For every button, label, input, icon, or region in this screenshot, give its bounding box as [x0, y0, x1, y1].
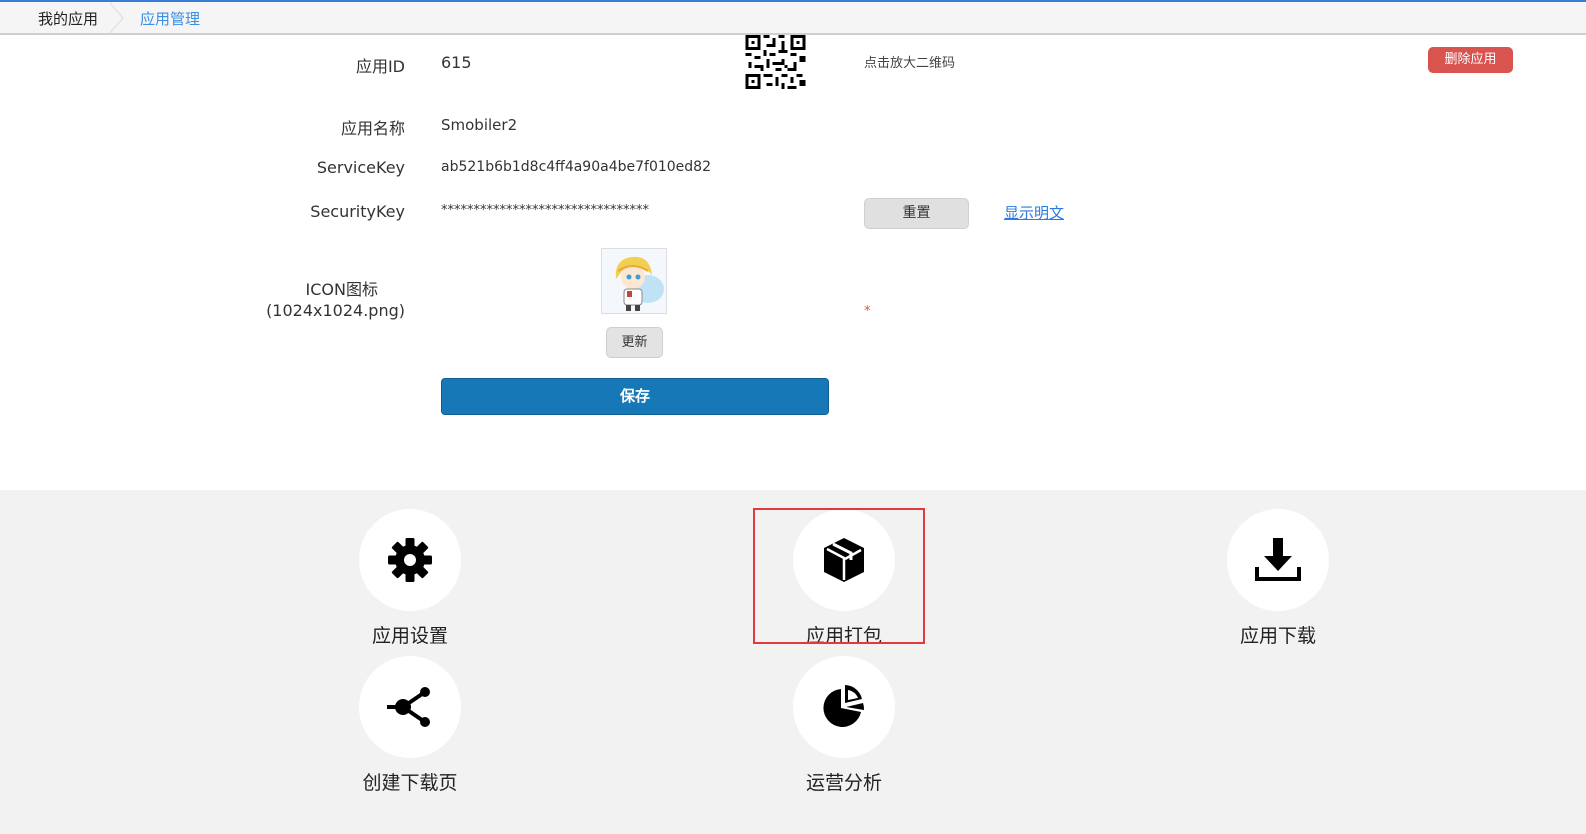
- icon-size-label: (1024x1024.png): [266, 301, 405, 320]
- breadcrumb: 我的应用 应用管理: [0, 2, 1586, 35]
- app-icon-image[interactable]: [601, 248, 667, 314]
- update-icon-button[interactable]: 更新: [606, 327, 663, 358]
- breadcrumb-current[interactable]: 应用管理: [140, 8, 200, 29]
- app-id-label: 应用ID: [355, 57, 405, 76]
- tile-circle: [793, 656, 895, 758]
- download-icon: [1255, 538, 1301, 581]
- required-mark: *: [864, 304, 871, 319]
- gear-icon: [388, 538, 432, 582]
- breadcrumb-home[interactable]: 我的应用: [38, 8, 98, 29]
- tile-circle: [359, 509, 461, 611]
- app-id-value: 615: [441, 53, 472, 72]
- tile-label: 应用设置: [371, 625, 448, 647]
- service-key-value: ab521b6b1d8c4ff4a90a4be7f010ed82: [441, 159, 711, 175]
- save-button[interactable]: 保存: [441, 378, 829, 415]
- share-icon: [387, 687, 430, 727]
- tile-label: 运营分析: [805, 772, 882, 794]
- tile-app-settings[interactable]: 应用设置: [340, 509, 480, 648]
- tile-app-download[interactable]: 应用下载: [1208, 509, 1348, 648]
- breadcrumb-separator-inner: [109, 3, 122, 33]
- security-key-label: SecurityKey: [310, 202, 405, 221]
- tile-create-download-page[interactable]: 创建下载页: [340, 656, 480, 795]
- show-plaintext-link[interactable]: 显示明文: [1004, 202, 1064, 223]
- app-info-panel: 应用ID 615 点击放大二维码 删除应用 应用名称 Smobiler2 Ser…: [0, 35, 1586, 490]
- tile-label: 创建下载页: [362, 772, 458, 794]
- icon-label: ICON图标: [305, 280, 378, 299]
- reset-key-button[interactable]: 重置: [864, 198, 969, 229]
- tile-operation-analysis[interactable]: 运营分析: [774, 656, 914, 795]
- tile-circle: [359, 656, 461, 758]
- app-name-value: Smobiler2: [441, 116, 518, 134]
- highlight-box: [753, 508, 925, 644]
- tile-circle: [1227, 509, 1329, 611]
- qr-code-image[interactable]: [745, 35, 806, 89]
- security-key-value: ********************************: [441, 203, 649, 218]
- pie-chart-icon: [823, 685, 865, 727]
- tile-label: 应用下载: [1239, 625, 1316, 647]
- service-key-label: ServiceKey: [316, 158, 405, 177]
- app-name-label: 应用名称: [340, 119, 405, 138]
- delete-app-button[interactable]: 删除应用: [1428, 47, 1513, 73]
- qr-hint-text: 点击放大二维码: [864, 56, 956, 71]
